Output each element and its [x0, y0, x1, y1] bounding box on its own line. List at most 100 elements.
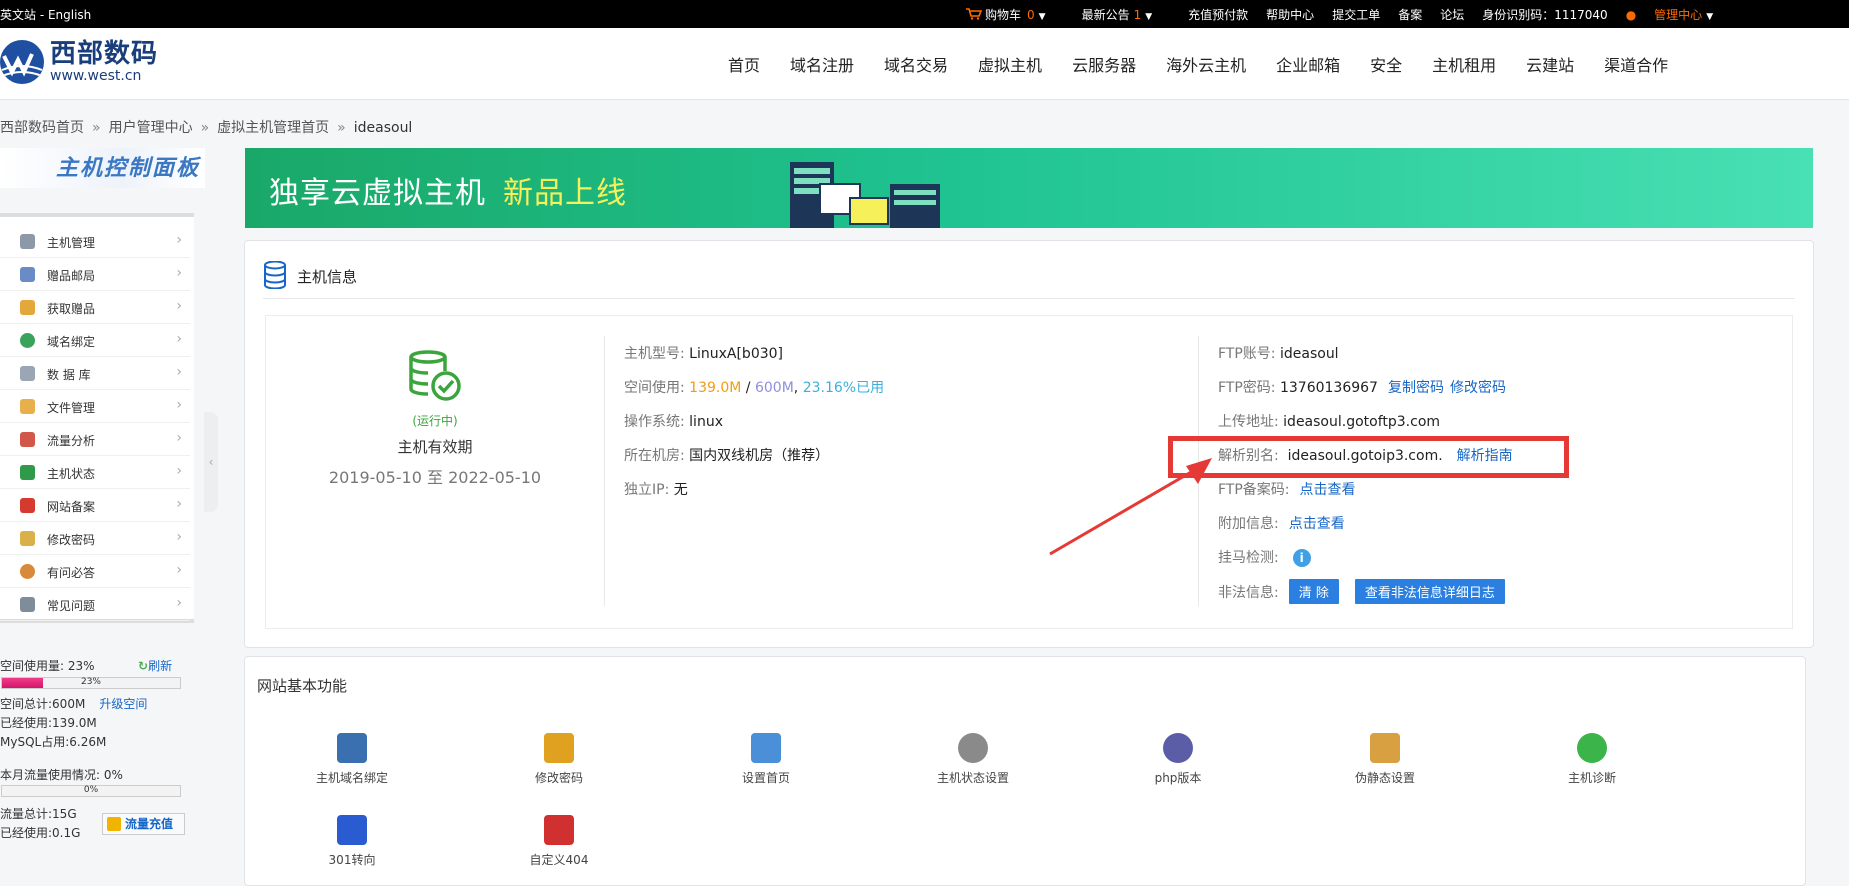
language-switch[interactable]: 英文站 - English	[0, 6, 91, 23]
nav-host-rental[interactable]: 主机租用	[1432, 52, 1496, 76]
nav-domain-register[interactable]: 域名注册	[790, 52, 854, 76]
feature-host-status-settings[interactable]: 主机状态设置	[913, 733, 1033, 786]
chevron-right-icon: ›	[176, 397, 182, 413]
globe-icon	[20, 333, 35, 348]
site-logo[interactable]: 西部数码 www.west.cn	[0, 40, 158, 84]
database-check-icon	[409, 350, 461, 401]
feature-301-redirect[interactable]: 301转向	[292, 815, 412, 868]
plus-icon	[1577, 733, 1607, 763]
ticket-link[interactable]: 提交工单	[1332, 6, 1380, 23]
recharge-link[interactable]: 充值预付款	[1188, 6, 1248, 23]
nav-virtual-host[interactable]: 虚拟主机	[978, 52, 1042, 76]
chevron-right-icon: »	[200, 120, 210, 136]
trojan-check-row: 挂马检测: i	[1218, 547, 1311, 567]
sidebar-collapse-handle[interactable]: ‹	[204, 412, 218, 512]
sidebar-item-qa[interactable]: 有问必答 ›	[0, 555, 190, 588]
ftp-password-row: FTP密码: 13760136967 复制密码 修改密码	[1218, 380, 1506, 396]
traffic-usage-label: 本月流量使用情况: 0%	[0, 768, 123, 782]
nav-channel[interactable]: 渠道合作	[1604, 52, 1668, 76]
breadcrumb-user-center[interactable]: 用户管理中心	[109, 120, 193, 136]
user-icon	[20, 564, 35, 579]
nav-home[interactable]: 首页	[728, 52, 760, 76]
logo-text-en: www.west.cn	[50, 68, 142, 84]
clear-button[interactable]: 清 除	[1288, 579, 1339, 604]
traffic-usage-bar: 0%	[1, 785, 181, 797]
folder-icon	[20, 399, 35, 414]
rewrite-icon	[1370, 733, 1400, 763]
dedicated-ip-row: 独立IP: 无	[624, 482, 688, 498]
feature-host-diagnosis[interactable]: 主机诊断	[1532, 733, 1652, 786]
traffic-total: 流量总计:15G	[0, 807, 77, 821]
cart-icon	[966, 8, 982, 20]
ftp-beian-view-link[interactable]: 点击查看	[1300, 482, 1356, 498]
doc-icon	[20, 597, 35, 612]
upgrade-space-link[interactable]: 升级空间	[99, 697, 147, 711]
host-info-title: 主机信息	[297, 268, 358, 286]
space-usage-bar: 23%	[1, 677, 181, 689]
traffic-recharge-button[interactable]: 流量充值	[102, 813, 185, 835]
sidebar-item-host-management[interactable]: 主机管理 ›	[0, 225, 190, 258]
sidebar-item-database[interactable]: 数 据 库 ›	[0, 357, 190, 390]
upload-address-row: 上传地址: ideasoul.gotoftp3.com	[1218, 414, 1441, 430]
sidebar-item-host-status[interactable]: 主机状态 ›	[0, 456, 190, 489]
server-icon	[20, 234, 35, 249]
change-password-link[interactable]: 修改密码	[1450, 380, 1506, 396]
promo-banner[interactable]: 独享云虚拟主机 新品上线	[245, 148, 1813, 228]
sidebar-item-file-management[interactable]: 文件管理 ›	[0, 390, 190, 423]
extra-info-row: 附加信息: 点击查看	[1218, 516, 1345, 532]
nav-security[interactable]: 安全	[1370, 52, 1402, 76]
sidebar-item-traffic-analysis[interactable]: 流量分析 ›	[0, 423, 190, 456]
space-total: 空间总计:600M	[0, 697, 86, 711]
notice-link[interactable]: 最新公告 1 ▼	[1082, 6, 1171, 23]
user-icon: ●	[1625, 8, 1637, 22]
refresh-link[interactable]: ↻刷新	[138, 657, 172, 674]
sidebar-item-get-gift[interactable]: 获取赠品 ›	[0, 291, 190, 324]
host-info-panel: 主机信息 (运行中) 主机有效期 2019-05-10 至 2022-05-10…	[244, 240, 1814, 648]
sidebar-item-domain-bind[interactable]: 域名绑定 ›	[0, 324, 190, 357]
breadcrumb-vhost-home[interactable]: 虚拟主机管理首页	[217, 120, 329, 136]
forum-link[interactable]: 论坛	[1440, 6, 1464, 23]
top-bar: 英文站 - English 购物车 0 ▼ 最新公告 1 ▼ 充值预付款 帮助中心 提交…	[0, 0, 1849, 28]
refresh-icon: ↻	[138, 659, 149, 673]
illegal-log-button[interactable]: 查看非法信息详细日志	[1354, 579, 1505, 604]
feature-rewrite-settings[interactable]: 伪静态设置	[1325, 733, 1445, 786]
extra-info-view-link[interactable]: 点击查看	[1289, 516, 1345, 532]
nav-cloud-site[interactable]: 云建站	[1526, 52, 1574, 76]
copy-password-link[interactable]: 复制密码	[1388, 380, 1444, 396]
feature-domain-bind[interactable]: 主机域名绑定	[292, 733, 412, 786]
beian-link[interactable]: 备案	[1398, 6, 1422, 23]
feature-php-version[interactable]: php版本	[1118, 733, 1238, 786]
nav-cloud-server[interactable]: 云服务器	[1072, 52, 1136, 76]
space-used: 已经使用:139.0M	[0, 716, 97, 730]
chevron-down-icon: ▼	[1145, 12, 1153, 22]
info-icon[interactable]: i	[1292, 549, 1311, 567]
validity-dates: 2019-05-10 至 2022-05-10	[328, 468, 542, 487]
sidebar-item-change-password[interactable]: 修改密码 ›	[0, 522, 190, 555]
chevron-right-icon: »	[92, 120, 101, 136]
chevron-right-icon: ›	[176, 529, 182, 545]
main-nav: 首页 域名注册 域名交易 虚拟主机 云服务器 海外云主机 企业邮箱 安全 主机租…	[728, 52, 1698, 76]
edit-page-icon	[751, 733, 781, 763]
server-illustration-icon	[790, 162, 940, 228]
sidebar-item-site-beian[interactable]: 网站备案 ›	[0, 489, 190, 522]
feature-set-homepage[interactable]: 设置首页	[706, 733, 826, 786]
cart-link[interactable]: 购物车 0 ▼	[966, 6, 1064, 23]
coin-icon	[107, 817, 121, 831]
status-icon	[20, 465, 35, 480]
admin-link[interactable]: ● 管理中心 ▼	[1626, 6, 1731, 23]
help-link[interactable]: 帮助中心	[1266, 6, 1314, 23]
flag-icon	[20, 498, 35, 513]
feature-custom-404[interactable]: 自定义404	[499, 815, 619, 868]
database-icon	[264, 261, 286, 289]
sidebar-item-faq[interactable]: 常见问题 ›	[0, 588, 190, 621]
chevron-right-icon: ›	[176, 364, 182, 380]
site-functions-title: 网站基本功能	[257, 677, 348, 695]
chevron-down-icon: ▼	[1706, 12, 1714, 22]
nav-overseas-cloud[interactable]: 海外云主机	[1166, 52, 1246, 76]
nav-enterprise-mail[interactable]: 企业邮箱	[1276, 52, 1340, 76]
feature-change-password[interactable]: 修改密码	[499, 733, 619, 786]
nav-domain-trade[interactable]: 域名交易	[884, 52, 948, 76]
sidebar-item-gift-mail[interactable]: 赠品邮局 ›	[0, 258, 190, 291]
breadcrumb-home[interactable]: 西部数码首页	[0, 120, 84, 136]
lock-icon	[544, 733, 574, 763]
